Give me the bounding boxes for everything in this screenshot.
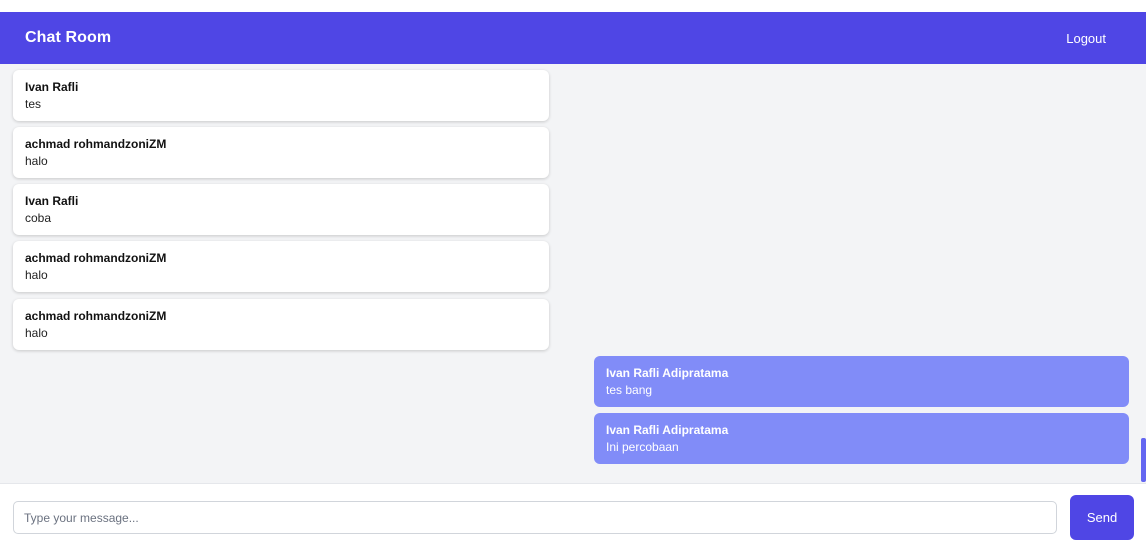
message-text: halo	[25, 154, 48, 168]
scrollbar-thumb[interactable]	[1141, 438, 1146, 482]
page-title: Chat Room	[25, 29, 112, 46]
message-bubble-incoming: achmad rohmandzoniZM halo	[13, 241, 549, 292]
send-button[interactable]: Send	[1070, 495, 1134, 540]
message-sender: achmad rohmandzoniZM	[25, 137, 167, 151]
message-sender: achmad rohmandzoniZM	[25, 309, 167, 323]
message-bubble-incoming: achmad rohmandzoniZM halo	[13, 127, 549, 178]
message-text: halo	[25, 326, 48, 340]
message-list[interactable]: Ivan Rafli tes achmad rohmandzoniZM halo…	[0, 64, 1146, 483]
message-sender: Ivan Rafli Adipratama	[606, 366, 729, 380]
message-bubble-incoming: achmad rohmandzoniZM halo	[13, 299, 549, 350]
message-sender: Ivan Rafli	[25, 80, 79, 94]
message-sender: achmad rohmandzoniZM	[25, 251, 167, 265]
top-strip	[0, 0, 1146, 12]
message-composer: Send	[0, 483, 1146, 547]
message-bubble-outgoing: Ivan Rafli Adipratama Ini percobaan	[594, 413, 1129, 464]
message-input[interactable]	[13, 501, 1057, 534]
chat-header: Chat Room Logout	[0, 12, 1146, 64]
message-bubble-incoming: Ivan Rafli coba	[13, 184, 549, 235]
message-text: tes bang	[606, 383, 653, 397]
message-text: halo	[25, 268, 48, 282]
message-bubble-outgoing: Ivan Rafli Adipratama tes bang	[594, 356, 1129, 407]
message-bubble-incoming: Ivan Rafli tes	[13, 70, 549, 121]
message-sender: Ivan Rafli Adipratama	[606, 423, 729, 437]
logout-button[interactable]: Logout	[1066, 31, 1106, 46]
message-sender: Ivan Rafli	[25, 194, 79, 208]
message-text: coba	[25, 211, 52, 225]
message-text: Ini percobaan	[606, 440, 679, 454]
message-text: tes	[25, 97, 42, 111]
